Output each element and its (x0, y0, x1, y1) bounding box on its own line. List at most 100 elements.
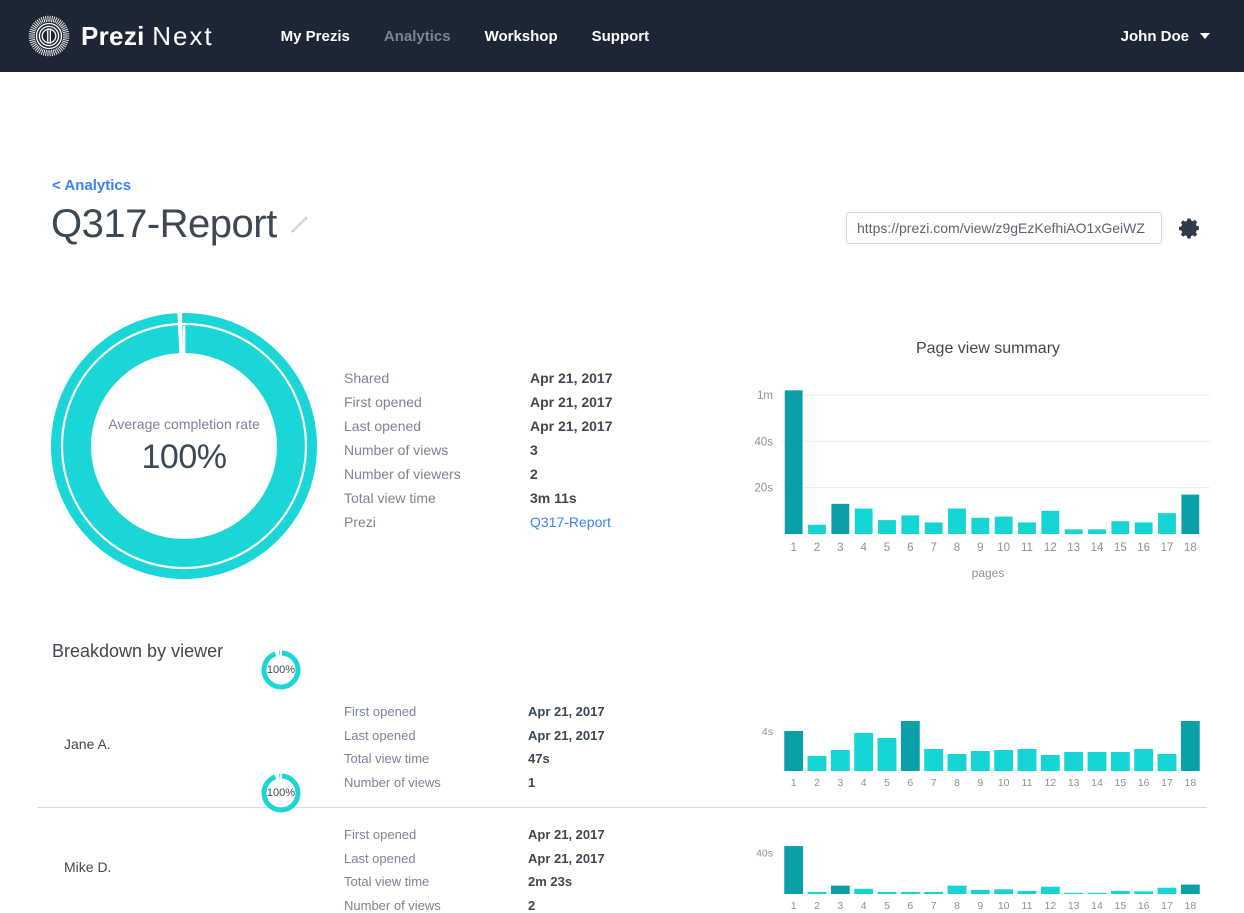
svg-text:40s: 40s (754, 436, 773, 448)
stat-row-shared: Shared Apr 21, 2017 (344, 370, 613, 394)
viewer-stat-total-view-time: Total view time 47s (344, 751, 605, 775)
svg-text:1: 1 (791, 777, 797, 789)
stat-row-last-opened: Last opened Apr 21, 2017 (344, 418, 613, 442)
svg-text:15: 15 (1114, 900, 1126, 912)
viewer-stat-label: Last opened (344, 850, 416, 866)
svg-text:16: 16 (1138, 777, 1150, 789)
svg-text:3: 3 (837, 777, 843, 789)
stat-value: 3 (530, 442, 538, 458)
brand-name-light: Next (152, 20, 214, 51)
donut-outer-ring (51, 313, 317, 579)
stat-label: Total view time (344, 490, 436, 506)
stat-label: Number of viewers (344, 466, 461, 482)
brand-logo-group[interactable]: Prezi Next (28, 15, 214, 57)
svg-text:13: 13 (1068, 900, 1080, 912)
stat-label: First opened (344, 394, 422, 410)
viewer-stat-value: 2 (528, 898, 536, 913)
nav-link-workshop[interactable]: Workshop (485, 28, 558, 45)
svg-text:4: 4 (860, 542, 867, 554)
viewer-stat-label: First opened (344, 827, 417, 842)
stat-label: Prezi (344, 514, 376, 530)
user-menu[interactable]: John Doe (1121, 28, 1220, 45)
viewer-stat-value: Apr 21, 2017 (528, 704, 605, 719)
svg-text:13: 13 (1067, 542, 1080, 554)
prezi-link[interactable]: Q317-Report (530, 514, 611, 530)
svg-text:2: 2 (814, 900, 820, 912)
donut-gap-notch (182, 326, 186, 366)
viewer-stat-first-opened: First opened Apr 21, 2017 (344, 704, 605, 728)
viewer-completion-donut-mike-d (261, 773, 301, 813)
svg-text:7: 7 (930, 542, 936, 554)
viewer-stat-value: Apr 21, 2017 (528, 727, 605, 743)
stat-label: Shared (344, 370, 390, 386)
viewer-stats-jane-a: First opened Apr 21, 2017 Last opened Ap… (344, 704, 605, 799)
stat-row-total-view-time: Total view time 3m 11s (344, 490, 613, 514)
svg-text:12: 12 (1044, 900, 1056, 912)
user-name-label: John Doe (1120, 27, 1189, 45)
svg-text:8: 8 (954, 900, 960, 912)
pencil-icon[interactable] (289, 213, 311, 235)
svg-text:16: 16 (1138, 900, 1150, 912)
stat-row-number-of-viewers: Number of viewers 2 (344, 466, 613, 490)
svg-text:15: 15 (1114, 777, 1126, 789)
viewer-stat-value: 2m 23s (528, 874, 573, 890)
svg-text:4: 4 (861, 777, 867, 789)
stat-row-prezi: Prezi Q317-Report (344, 514, 613, 538)
svg-text:12: 12 (1044, 542, 1057, 554)
nav-link-my-prezis[interactable]: My Prezis (281, 28, 350, 45)
page-title-row: Q317-Report (51, 204, 311, 244)
viewer-stat-label: Number of views (344, 775, 441, 791)
stat-row-first-opened: First opened Apr 21, 2017 (344, 394, 613, 418)
viewer-name: Jane A. (64, 736, 111, 752)
chevron-down-icon (1200, 33, 1210, 39)
svg-text:10: 10 (998, 900, 1010, 912)
viewer-stat-value: 1 (528, 775, 536, 791)
svg-text:12: 12 (1044, 777, 1056, 789)
page-view-summary-title: Page view summary (915, 340, 1061, 357)
svg-text:3: 3 (837, 900, 843, 912)
viewer-stats-mike-d: First opened Apr 21, 2017 Last opened Ap… (344, 827, 605, 913)
stat-value: Apr 21, 2017 (530, 418, 613, 434)
svg-text:7: 7 (931, 777, 937, 789)
svg-text:2: 2 (814, 542, 820, 554)
viewer-stat-first-opened: First opened Apr 21, 2017 (344, 827, 605, 851)
svg-text:18: 18 (1184, 777, 1196, 789)
stat-value: Apr 21, 2017 (530, 370, 613, 386)
svg-text:1: 1 (791, 900, 797, 912)
viewer-name: Mike D. (64, 859, 112, 875)
svg-text:6: 6 (907, 542, 913, 554)
svg-text:17: 17 (1161, 777, 1173, 789)
top-navigation-bar: Prezi Next My Prezis Analytics Workshop … (0, 0, 1244, 72)
brand-wordmark: Prezi Next (81, 21, 214, 52)
nav-link-analytics[interactable]: Analytics (384, 28, 451, 45)
page-view-summary-xlabel: pages (971, 566, 1005, 580)
svg-text:17: 17 (1161, 542, 1174, 554)
page-title: Q317-Report (51, 202, 277, 246)
svg-text:3: 3 (837, 542, 843, 554)
average-completion-donut-chart (51, 313, 317, 579)
share-url-input[interactable] (846, 212, 1162, 244)
svg-text:1m: 1m (757, 390, 773, 402)
svg-text:8: 8 (954, 777, 960, 789)
svg-text:15: 15 (1114, 542, 1127, 554)
viewer-page-views-chart-jane-a: 4s 1 2 3 4 5 6 7 8 9 10 11 12 13 14 15 16 17 18 (742, 717, 1210, 795)
svg-text:13: 13 (1068, 777, 1080, 789)
stat-row-number-of-views: Number of views 3 (344, 442, 613, 466)
svg-text:7: 7 (931, 900, 937, 912)
svg-text:4s: 4s (762, 726, 773, 738)
svg-text:5: 5 (884, 777, 890, 789)
svg-text:11: 11 (1022, 900, 1033, 912)
stat-value: 2 (530, 466, 538, 482)
svg-text:14: 14 (1091, 777, 1103, 789)
svg-text:6: 6 (907, 900, 913, 912)
gear-icon[interactable] (1178, 216, 1202, 240)
nav-link-support[interactable]: Support (592, 28, 650, 45)
svg-text:5: 5 (884, 900, 890, 912)
brand-name-bold: Prezi (81, 20, 145, 51)
breadcrumb-back-to-analytics[interactable]: < Analytics (52, 177, 131, 194)
viewer-stat-value: 47s (528, 751, 550, 767)
svg-text:4: 4 (861, 900, 867, 912)
viewer-stat-label: Total view time (344, 751, 430, 767)
svg-text:9: 9 (977, 777, 983, 789)
svg-text:10: 10 (998, 777, 1010, 789)
